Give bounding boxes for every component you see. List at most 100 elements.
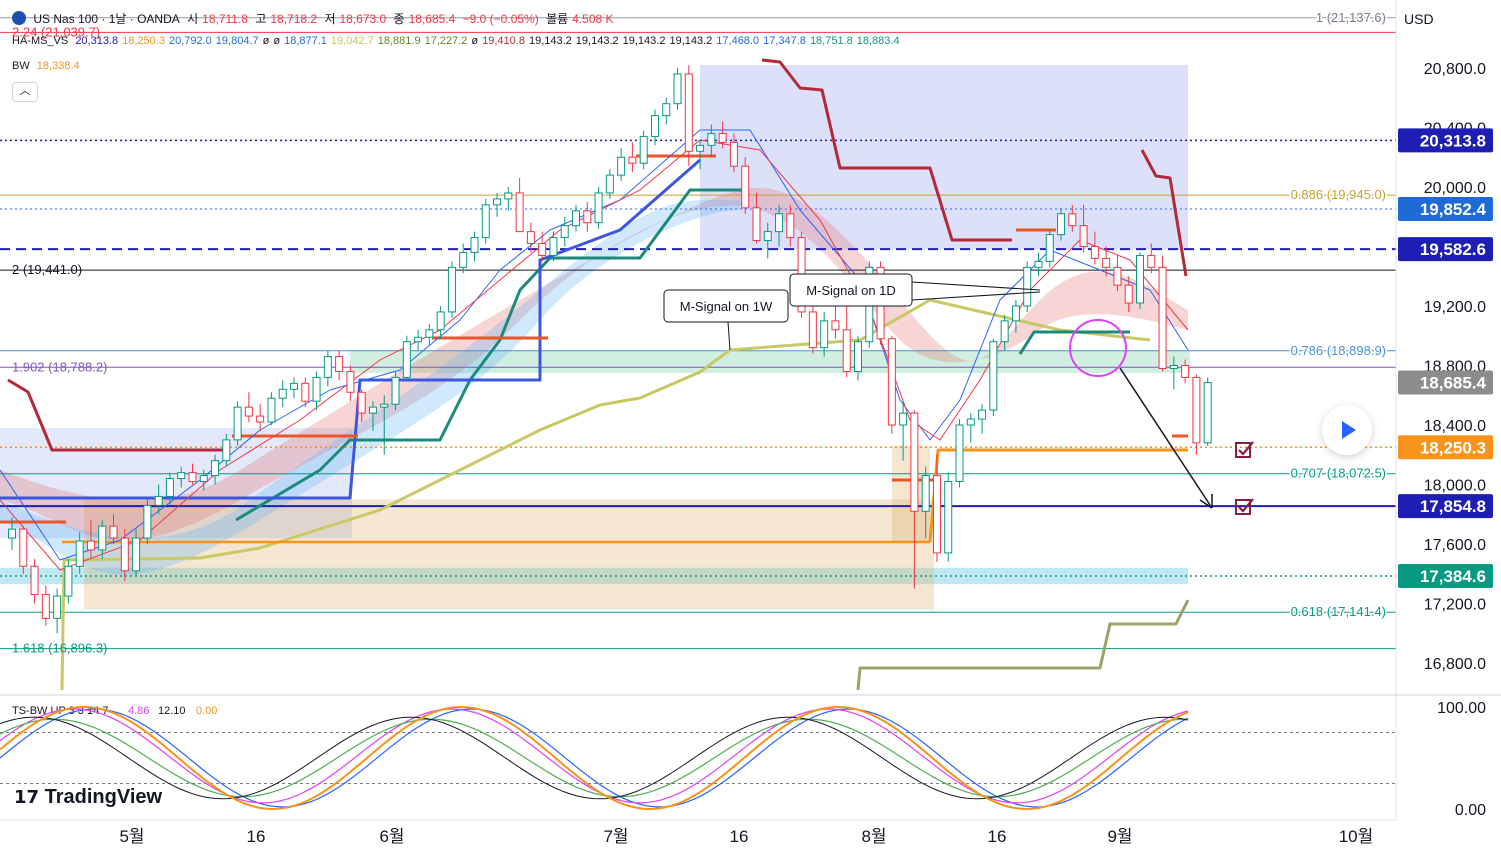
candle-body <box>887 338 896 426</box>
fib-label: 0.707 (18,072.5) <box>1291 466 1386 481</box>
time-tick-label: 6월 <box>379 827 404 846</box>
indicator-value: ø <box>471 35 479 47</box>
candle-body <box>560 225 569 239</box>
time-tick-label: 16 <box>247 827 266 846</box>
indicator-value: 20,313.8 <box>75 35 119 47</box>
candle-body <box>1136 254 1144 304</box>
candle-body <box>1102 257 1111 268</box>
candle-body <box>222 439 231 462</box>
candle-body <box>786 213 795 239</box>
candle-body <box>154 495 163 506</box>
volume-label: 볼륨 <box>546 12 569 26</box>
candle-body <box>30 565 39 596</box>
price-tag-label: 19,582.6 <box>1420 240 1486 259</box>
candle-body <box>955 424 964 483</box>
chart-area[interactable]: M-Signal on 1W M-Signal on 1D 1 (21,137.6)… <box>0 0 1501 858</box>
indicator-value: 17,468.0 <box>716 35 760 47</box>
candle-body <box>1203 382 1212 444</box>
indicator-values: 20,313.8 18,250.3 20,792.0 19,804.7 ø ø 18,877… <box>75 35 903 47</box>
indicator-value: 19,143.2 <box>575 35 619 47</box>
indicator-value: 19,143.2 <box>528 35 572 47</box>
candle-body <box>673 73 682 105</box>
candle-body <box>312 376 321 402</box>
indicator-row-bw[interactable]: BW 18,338.4 <box>12 60 84 72</box>
candle-body <box>132 537 141 572</box>
candle-body <box>718 132 727 143</box>
candle-body <box>120 537 129 572</box>
ohlc-high-label: 고 <box>255 12 267 26</box>
play-icon[interactable] <box>1322 405 1372 455</box>
candle-body <box>594 192 603 224</box>
osc-tick-label: 0.00 <box>1455 802 1486 819</box>
osc-value: 12.10 <box>158 705 186 717</box>
candle-body <box>899 412 908 426</box>
collapse-indicators-button[interactable]: ︿ <box>12 82 38 102</box>
range-box-upper <box>700 65 1188 250</box>
ohlc-close-label: 종 <box>393 12 405 26</box>
indicator-name: HA-MS_VS <box>12 35 69 47</box>
indicator-value: 17,347.8 <box>763 35 806 47</box>
candle-body <box>966 418 975 426</box>
candle-body <box>177 472 186 480</box>
price-tick-label: 20,800.0 <box>1424 61 1486 78</box>
candle-body <box>741 165 750 209</box>
candle-body <box>143 504 152 539</box>
time-tick-label: 8월 <box>861 827 886 846</box>
candle-body <box>808 311 817 349</box>
time-tick-label: 5월 <box>119 827 144 846</box>
orange-zone <box>84 499 934 610</box>
candle-body <box>233 406 242 441</box>
candle-body <box>605 174 614 194</box>
candle-body <box>335 356 344 372</box>
currency-label[interactable]: USD <box>1398 8 1493 30</box>
candle-body <box>504 192 513 200</box>
osc-value: 4.86 <box>128 705 149 717</box>
indicator-value: 18,250.3 <box>122 35 165 47</box>
candle-body <box>459 251 468 268</box>
candle-body <box>515 192 524 233</box>
indicator-value: 18,881.9 <box>377 35 421 47</box>
indicator-row-hams[interactable]: HA-MS_VS 20,313.8 18,250.3 20,792.0 19,804.… <box>12 35 908 47</box>
indicator-value: ø <box>262 35 270 47</box>
candle-body <box>1181 365 1190 378</box>
candle-body <box>346 370 355 393</box>
symbol-icon <box>12 11 26 25</box>
candle-body <box>41 594 50 619</box>
candle-body <box>650 115 659 137</box>
symbol-title[interactable]: US Nas 100 · 1날 · OANDA <box>33 12 179 26</box>
ohlc-low: 18,673.0 <box>339 12 387 26</box>
candle-body <box>493 198 502 206</box>
price-tick-label: 20,000.0 <box>1424 180 1486 197</box>
candle-body <box>1113 266 1122 286</box>
candle-body <box>109 525 118 539</box>
indicator-value: 18,877.1 <box>284 35 327 47</box>
candle-body <box>301 382 310 402</box>
tradingview-logo[interactable]: 𝟭𝟳 TradingView <box>14 786 162 809</box>
candle-body <box>290 382 298 390</box>
price-tag-label: 18,250.3 <box>1420 438 1486 457</box>
candle-body <box>53 595 62 619</box>
fib-label: 2 (19,441.0) <box>12 262 82 277</box>
fib-label: 1.618 (16,896.3) <box>12 641 107 656</box>
candle-body <box>831 320 840 331</box>
price-tick-label: 18,000.0 <box>1424 478 1486 495</box>
indicator-value: 18,751.8 <box>809 35 853 47</box>
candle-body <box>391 376 400 405</box>
candle-body <box>86 540 95 551</box>
candle-body <box>188 472 197 483</box>
indicator-value: 19,042.7 <box>330 35 374 47</box>
price-chart-svg[interactable]: M-Signal on 1W M-Signal on 1D 1 (21,137.6)… <box>0 0 1501 858</box>
candle-body <box>98 525 107 551</box>
fib-label: 1.902 (18,788.2) <box>12 359 107 374</box>
symbol-header: US Nas 100 · 1날 · OANDA 시 18,711.8 고 18,71… <box>12 10 618 27</box>
indicator-value: 17,227.2 <box>424 35 468 47</box>
candle-body <box>211 460 220 477</box>
candle-body <box>1000 320 1009 343</box>
indicator-value: 19,143.2 <box>669 35 713 47</box>
candle-body <box>1034 260 1043 268</box>
tv-logo-icon: 𝟭𝟳 <box>14 787 40 807</box>
msignal-1d-label: M-Signal on 1D <box>806 283 896 298</box>
candle-body <box>1023 266 1032 307</box>
price-tag-label: 20,313.8 <box>1420 131 1486 150</box>
fib-label: 0.886 (19,945.0) <box>1291 187 1386 202</box>
